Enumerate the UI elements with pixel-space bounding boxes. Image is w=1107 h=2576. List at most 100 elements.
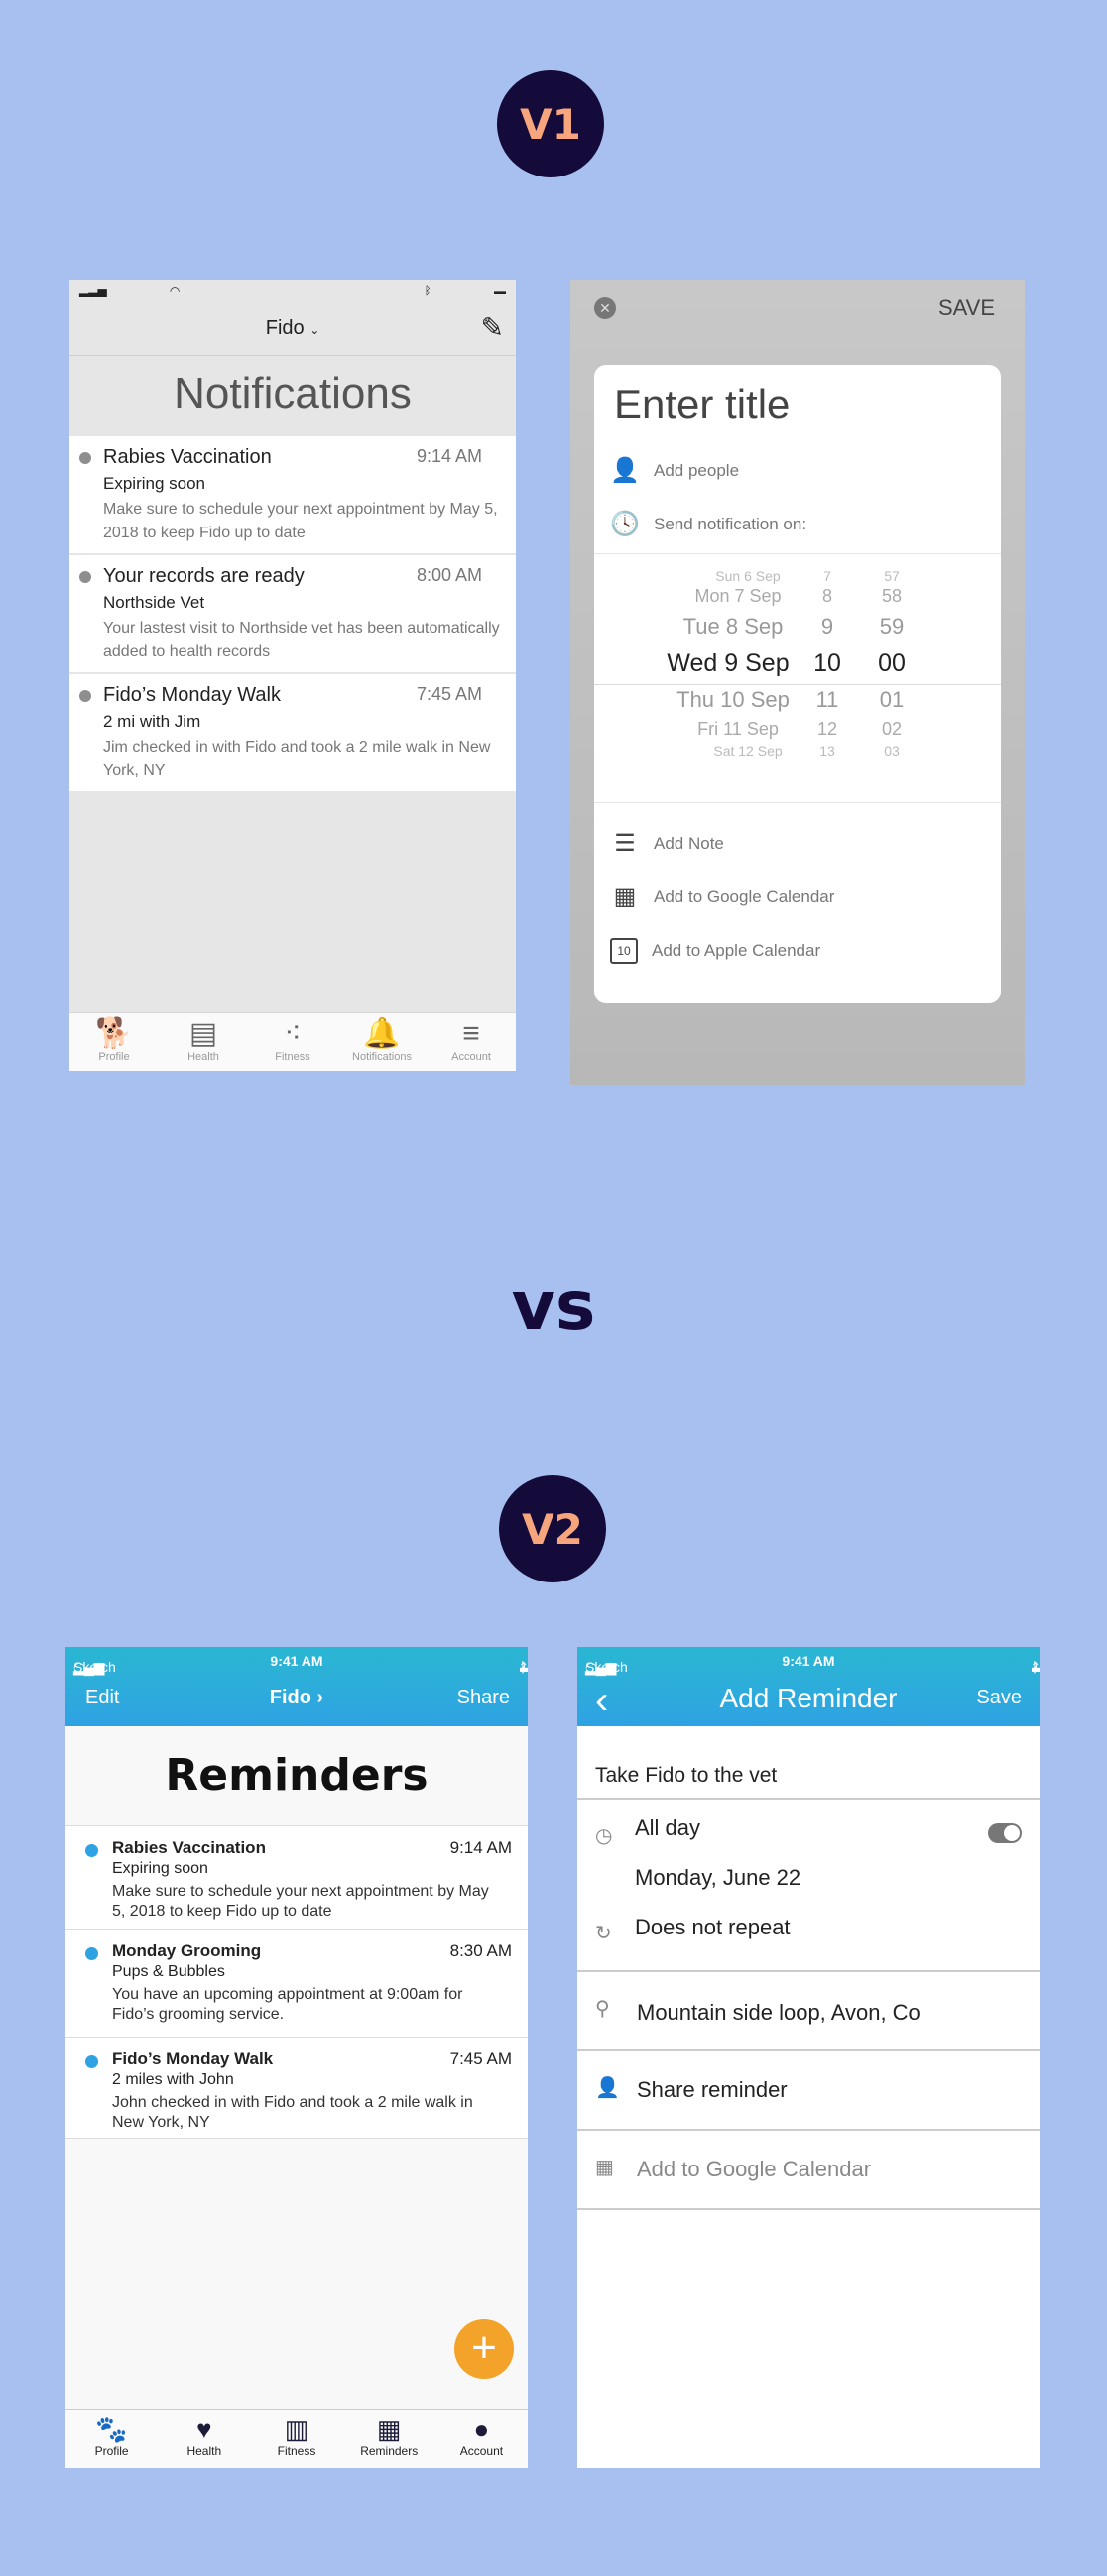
notification-list: Rabies Vaccination 9:14 AM Expiring soon… — [69, 436, 516, 791]
title-input[interactable]: Enter title — [614, 381, 790, 428]
list-item[interactable]: Your records are ready 8:00 AM Northside… — [69, 555, 516, 674]
nav-bar: ‹ Add Reminder Save — [577, 1679, 1040, 1722]
share-row[interactable]: 👤 Share reminder — [577, 2051, 1040, 2131]
item-title: Your records are ready — [103, 565, 305, 587]
item-title: Rabies Vaccination — [112, 1838, 266, 1857]
title-input[interactable]: Take Fido to the vet — [595, 1764, 777, 1788]
tab-profile[interactable]: 🐾 Profile — [65, 2410, 158, 2468]
clock: 9:41 AM — [270, 1653, 323, 1669]
share-button[interactable]: Share — [457, 1687, 510, 1709]
add-note-row[interactable]: ☰ Add Note — [610, 829, 724, 858]
item-body: Your lastest visit to Northside vet has … — [103, 620, 500, 660]
compose-icon[interactable]: ✎ — [481, 311, 504, 344]
battery-icon: ▬ — [494, 284, 506, 297]
item-subtitle: Northside Vet — [103, 593, 205, 612]
item-time: 7:45 AM — [416, 684, 482, 704]
apple-calendar-row[interactable]: 10 Add to Apple Calendar — [610, 938, 820, 964]
picker-row[interactable]: Sun 6 Sep 7 57 — [594, 568, 1001, 588]
item-time: 9:14 AM — [416, 446, 482, 466]
datetime-picker[interactable]: Sun 6 Sep 7 57 Mon 7 Sep 8 58 Tue 8 Sep 9 59 W… — [594, 553, 1001, 803]
picker-row[interactable]: Thu 10 Sep 11 01 — [594, 687, 1001, 713]
add-people-row[interactable]: 👤 Add people — [610, 456, 739, 485]
save-button[interactable]: SAVE — [938, 295, 995, 321]
dots-icon: ⁖ — [284, 1017, 302, 1050]
status-bar: ▂▄▆ Sketch ◠ 9:41 AM ᛒ 100% ▬ — [577, 1647, 1040, 1675]
item-body: Jim checked in with Fido and took a 2 mi… — [103, 739, 491, 779]
pet-selector[interactable]: Fido ⌄ — [69, 317, 516, 340]
location-row[interactable]: ⚲ Mountain side loop, Avon, Co — [577, 1972, 1040, 2051]
unread-dot — [79, 452, 91, 464]
send-notification-row: 🕓 Send notification on: — [610, 511, 807, 537]
item-subtitle: 2 miles with John — [112, 2071, 234, 2088]
list-item[interactable]: Fido’s Monday Walk 7:45 AM 2 mi with Jim… — [69, 674, 516, 791]
date-field[interactable]: Monday, June 22 — [635, 1865, 800, 1891]
time-section: ◷ All day Monday, June 22 ↻ Does not rep… — [577, 1800, 1040, 1972]
clock-icon: 🕓 — [610, 511, 640, 537]
share-label: Share reminder — [637, 2077, 788, 2102]
reminder-list: Rabies Vaccination 9:14 AM Expiring soon… — [65, 1826, 528, 2139]
dog-icon: 🐕 — [95, 1017, 133, 1050]
header: ▂▄▆ Sketch ◠ 9:41 AM ᛒ 100% ▬ ‹ Add Remi… — [577, 1647, 1040, 1726]
bluetooth-icon: ᛒ — [424, 284, 431, 297]
tab-account[interactable]: ● Account — [435, 2410, 528, 2468]
screen-title: Add Reminder — [719, 1683, 898, 1713]
person-icon: ● — [473, 2414, 490, 2444]
calendar-day-icon: 10 — [610, 938, 638, 964]
status-bar: ▂▄▆ Sketch ◠ 9:41 AM ᛒ 100% ▬ — [65, 1647, 528, 1675]
picker-row[interactable]: Sat 12 Sep 13 03 — [594, 743, 1001, 762]
nav-bar: Fido ⌄ ✎ — [69, 301, 516, 356]
tab-reminders[interactable]: ▦ Reminders — [343, 2410, 435, 2468]
add-reminder-button[interactable]: + — [454, 2319, 514, 2379]
list-item[interactable]: Rabies Vaccination 9:14 AM Expiring soon… — [69, 436, 516, 555]
save-button[interactable]: Save — [976, 1687, 1022, 1709]
tab-fitness[interactable]: ▥ Fitness — [250, 2410, 342, 2468]
reminder-card: Enter title 👤 Add people 🕓 Send notificati… — [594, 365, 1001, 1003]
location-pin-icon: ⚲ — [595, 1998, 610, 2020]
tab-profile[interactable]: 🐕 Profile — [69, 1013, 159, 1071]
clock-icon: ◷ — [595, 1825, 613, 1847]
unread-dot — [85, 2055, 98, 2068]
clock: 9:41 AM — [782, 1653, 835, 1669]
bar-chart-icon: ▥ — [284, 2414, 309, 2444]
chevron-down-icon: ⌄ — [309, 323, 320, 337]
picker-row[interactable]: Mon 7 Sep 8 58 — [594, 586, 1001, 606]
google-calendar-row[interactable]: ▦ Add to Google Calendar — [610, 882, 835, 911]
picker-row[interactable]: Fri 11 Sep 12 02 — [594, 719, 1001, 739]
tab-bar: 🐕 Profile ▤ Health ⁖ Fitness 🔔 Notifications… — [69, 1012, 516, 1071]
battery-icon: ▬ — [1032, 1659, 1040, 1675]
calendar-icon: ▦ — [376, 2414, 402, 2444]
page-title: Reminders — [65, 1726, 528, 1826]
v1-badge: V1 — [497, 70, 604, 177]
page-title: Notifications — [174, 369, 412, 417]
list-item[interactable]: Fido’s Monday Walk 7:45 AM 2 miles with … — [65, 2038, 528, 2139]
picker-row-selected[interactable]: Wed 9 Sep 10 00 — [594, 649, 1001, 679]
tab-health[interactable]: ♥ Health — [158, 2410, 250, 2468]
item-subtitle: Pups & Bubbles — [112, 1963, 225, 1980]
item-subtitle: 2 mi with Jim — [103, 712, 201, 731]
tab-account[interactable]: ≡ Account — [427, 1013, 516, 1071]
v2-reminders-screen: ▂▄▆ Sketch ◠ 9:41 AM ᛒ 100% ▬ Edit Fido … — [65, 1647, 528, 2468]
item-title: Monday Grooming — [112, 1941, 262, 1960]
heart-pulse-icon: ♥ — [196, 2414, 212, 2444]
all-day-toggle[interactable] — [988, 1823, 1022, 1843]
list-item[interactable]: Rabies Vaccination 9:14 AM Expiring soon… — [65, 1826, 528, 1930]
paw-icon: 🐾 — [95, 2414, 128, 2444]
tab-bar: 🐾 Profile ♥ Health ▥ Fitness ▦ Reminders ● Ac… — [65, 2409, 528, 2468]
header: ▂▄▆ Sketch ◠ 9:41 AM ᛒ 100% ▬ Edit Fido … — [65, 1647, 528, 1726]
tab-fitness[interactable]: ⁖ Fitness — [248, 1013, 337, 1071]
note-icon: ☰ — [614, 830, 636, 857]
picker-row[interactable]: Tue 8 Sep 9 59 — [594, 614, 1001, 640]
tab-notifications[interactable]: 🔔 Notifications — [337, 1013, 427, 1071]
battery-icon: ▬ — [520, 1659, 528, 1675]
unread-dot — [79, 571, 91, 583]
tab-health[interactable]: ▤ Health — [159, 1013, 248, 1071]
title-row[interactable]: Take Fido to the vet — [577, 1726, 1040, 1800]
menu-icon: ≡ — [462, 1017, 480, 1050]
list-item[interactable]: Monday Grooming 8:30 AM Pups & Bubbles Y… — [65, 1930, 528, 2038]
item-body: Make sure to schedule your next appointm… — [103, 501, 498, 541]
close-icon[interactable]: ✕ — [594, 297, 616, 319]
item-time: 8:30 AM — [449, 1941, 512, 1960]
google-calendar-row[interactable]: ▦ Add to Google Calendar — [577, 2131, 1040, 2210]
repeat-field[interactable]: Does not repeat — [635, 1915, 791, 1940]
item-time: 8:00 AM — [416, 565, 482, 585]
